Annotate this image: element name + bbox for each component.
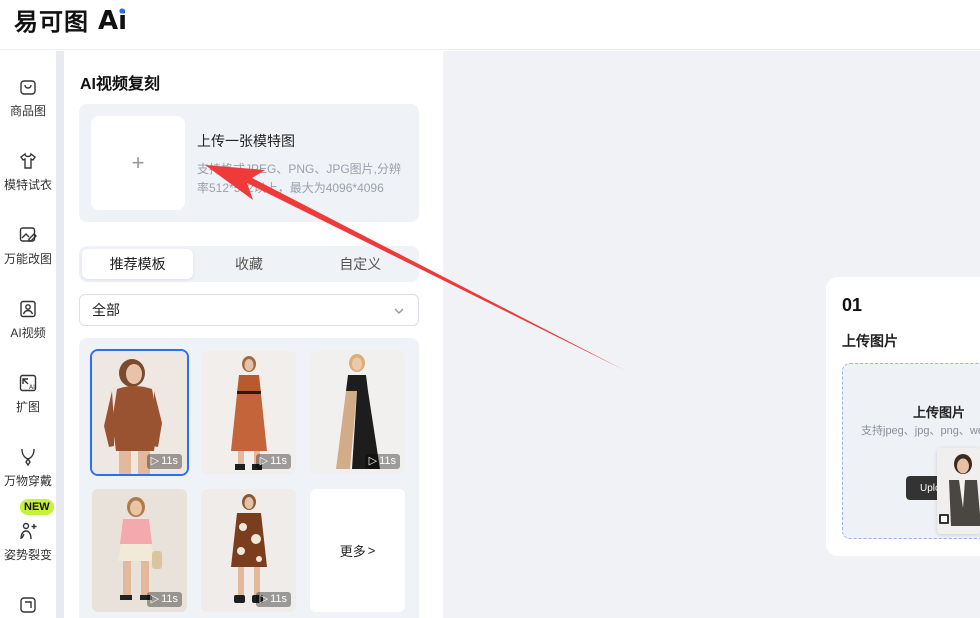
category-select[interactable]: 全部 (79, 294, 419, 326)
template-card[interactable]: ▷ 11s (310, 351, 405, 474)
plus-icon: + (131, 150, 145, 175)
svg-text:AI: AI (29, 384, 35, 391)
nav-item-expand[interactable]: AI 扩图 (0, 372, 56, 415)
duration-badge: ▷ 11s (146, 592, 182, 607)
sidebar-divider (56, 51, 64, 618)
play-icon: ▷ (259, 455, 269, 467)
video-icon (17, 298, 39, 320)
upload-format-hint: 支持格式JPEG、PNG、JPG图片,分辨率512*512以上，最大为4096*… (197, 162, 402, 195)
play-icon: ▷ (150, 593, 160, 605)
play-icon: ▷ (150, 455, 160, 467)
image-drop-zone[interactable]: 上传图片 支持jpeg、jpg、png、we Uplo (842, 363, 980, 539)
page-title: AI视频复刻 (80, 76, 161, 93)
tshirt-icon (17, 150, 39, 172)
template-tabs: 推荐模板 收藏 自定义 (79, 246, 419, 282)
tab-recommended[interactable]: 推荐模板 (82, 249, 194, 279)
template-grid: ▷ 11s ▷ 11s ▷ 11s ▷ 11s ▷ 11s 更多 > (79, 338, 419, 618)
more-templates-button[interactable]: 更多 > (310, 489, 405, 612)
play-icon: ▷ (368, 455, 378, 467)
app-logo[interactable]: 易可图 Ai (14, 4, 131, 36)
template-card[interactable]: ▷ 11s (90, 349, 189, 476)
nav-item-pose-variation[interactable]: 姿势裂变 (0, 520, 56, 563)
nav-item-ai-video[interactable]: AI视频 (0, 298, 56, 341)
nav-label: 模特试衣 (3, 178, 52, 192)
step-card: 01 上传图片 上传图片 支持jpeg、jpg、png、we Uplo (826, 277, 980, 556)
duration-label: 11s (161, 455, 178, 467)
top-header: 易可图 Ai (0, 0, 980, 50)
left-nav: 商品图 模特试衣 万能改图 AI视频 AI 扩图 万物穿戴 姿势裂变 (0, 51, 56, 618)
duration-label: 11s (270, 455, 287, 467)
select-value: 全部 (92, 302, 120, 318)
expand-icon: AI (17, 372, 39, 394)
drop-title: 上传图片 (913, 405, 966, 420)
nav-label: 商品图 (9, 104, 46, 118)
pose-icon (17, 520, 39, 542)
new-badge: NEW (20, 499, 54, 515)
duration-label: 11s (161, 593, 178, 605)
step-number: 01 (842, 295, 863, 315)
nav-item-product-image[interactable]: 商品图 (0, 76, 56, 119)
nav-item-wear-anything[interactable]: 万物穿戴 (0, 446, 56, 489)
nav-label: 扩图 (15, 400, 40, 414)
chevron-right-icon: > (367, 543, 376, 558)
bag-icon (17, 594, 39, 616)
duration-badge: ▷ 11s (146, 454, 182, 469)
sample-image (937, 448, 980, 534)
drop-format-hint: 支持jpeg、jpg、png、we (861, 425, 980, 437)
duration-label: 11s (379, 455, 396, 467)
necklace-icon (17, 446, 39, 468)
shopping-bag-icon (17, 76, 39, 98)
model-upload-card: + 上传一张模特图 支持格式JPEG、PNG、JPG图片,分辨率512*512以… (79, 104, 419, 222)
tab-custom[interactable]: 自定义 (305, 249, 416, 279)
template-card[interactable]: ▷ 11s (201, 489, 296, 612)
duration-label: 11s (270, 593, 287, 605)
more-label: 更多 (339, 544, 366, 559)
nav-item-model-tryon[interactable]: 模特试衣 (0, 150, 56, 193)
tab-favorites[interactable]: 收藏 (193, 249, 304, 279)
nav-label: 万能改图 (3, 252, 52, 266)
nav-item-more-tools[interactable] (0, 594, 56, 616)
sample-model-photo (937, 448, 980, 534)
image-edit-icon (17, 224, 39, 246)
chevron-down-icon (394, 308, 404, 314)
play-icon: ▷ (259, 593, 269, 605)
nav-label: 姿势裂变 (3, 548, 52, 562)
duration-badge: ▷ 11s (364, 454, 400, 469)
logo-ai-mark: Ai (98, 6, 127, 33)
duration-badge: ▷ 11s (255, 592, 291, 607)
nav-label: AI视频 (10, 326, 46, 340)
template-card[interactable]: ▷ 11s (92, 489, 187, 612)
config-panel: AI视频复刻 + 上传一张模特图 支持格式JPEG、PNG、JPG图片,分辨率5… (64, 51, 443, 618)
step-title: 上传图片 (842, 333, 898, 349)
nav-label: 万物穿戴 (3, 474, 52, 488)
duration-badge: ▷ 11s (255, 454, 291, 469)
template-card[interactable]: ▷ 11s (201, 351, 296, 474)
upload-heading: 上传一张模特图 (197, 133, 295, 149)
main-workspace: 01 上传图片 上传图片 支持jpeg、jpg、png、we Uplo (443, 51, 980, 618)
upload-model-button[interactable]: + (91, 116, 185, 210)
logo-text: 易可图 (14, 7, 89, 36)
nav-item-universal-edit[interactable]: 万能改图 (0, 224, 56, 267)
